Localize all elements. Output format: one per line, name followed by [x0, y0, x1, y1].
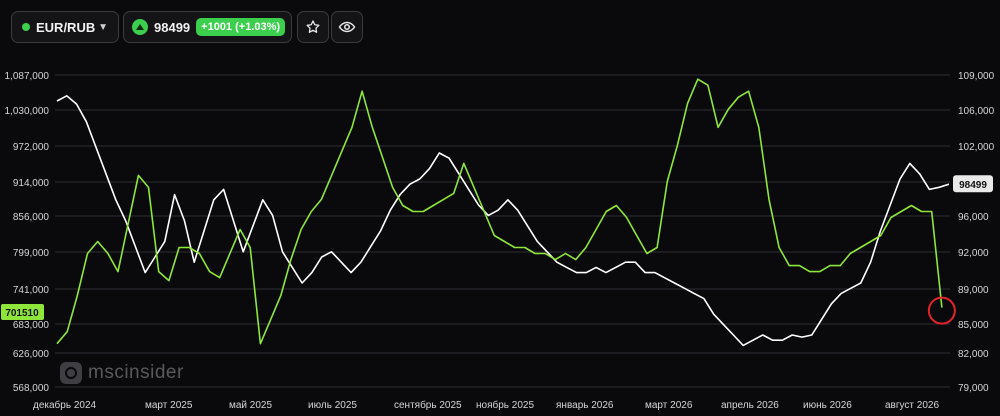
right-tick-label: 79,000: [958, 383, 989, 394]
change-badge: +1001 (+1.03%): [196, 18, 286, 36]
watermark-text: mscinsider: [88, 362, 184, 383]
pair-label: EUR/RUB: [36, 19, 96, 35]
series-line-green: [56, 78, 943, 345]
right-tick-label: 92,000: [958, 248, 989, 259]
chevron-down-icon: ▼: [98, 21, 108, 33]
right-tick-label: 96,000: [958, 212, 989, 223]
right-tick-label: 85,000: [958, 320, 989, 331]
x-tick-label: сентябрь 2025: [394, 399, 462, 411]
right-tick-label: 89,000: [958, 285, 989, 296]
right-tick-label: 82,000: [958, 349, 989, 360]
x-tick-label: апрель 2026: [721, 400, 779, 411]
x-tick-label: август 2026: [885, 400, 939, 411]
x-tick-label: декабрь 2024: [33, 399, 97, 411]
watermark: mscinsider: [60, 362, 184, 384]
toolbar: EUR/RUB ▼ 98499 +1001 (+1.03%): [0, 0, 1000, 56]
left-tick-label: 1,087,000: [5, 71, 50, 82]
left-tick-label: 856,000: [13, 212, 50, 223]
x-tick-label: ноябрь 2025: [476, 399, 534, 411]
arrow-up-icon: [132, 19, 148, 35]
series-line-white: [56, 95, 950, 347]
x-tick-label: июль 2025: [308, 400, 357, 411]
x-tick-label: январь 2026: [556, 400, 614, 411]
eye-icon: [338, 21, 356, 33]
pair-selector[interactable]: EUR/RUB ▼: [11, 11, 119, 43]
price-quote: 98499 +1001 (+1.03%): [123, 11, 292, 43]
visibility-button[interactable]: [331, 11, 363, 43]
favorite-button[interactable]: [297, 11, 329, 43]
right-tick-label: 106,000: [958, 106, 995, 117]
left-tick-label: 914,000: [13, 178, 50, 189]
status-dot-icon: [22, 23, 30, 31]
x-tick-label: март 2025: [145, 400, 193, 411]
left-value-text: 701510: [5, 308, 39, 319]
msc-logo-icon: [60, 362, 82, 384]
right-tick-label: 102,000: [958, 142, 995, 153]
x-tick-label: март 2026: [645, 400, 693, 411]
right-tick-label: 109,000: [958, 71, 995, 82]
left-tick-label: 683,000: [13, 320, 50, 331]
x-tick-label: май 2025: [229, 400, 272, 411]
left-tick-label: 568,000: [13, 383, 50, 394]
left-tick-label: 799,000: [13, 248, 50, 259]
x-tick-label: июнь 2026: [803, 400, 852, 411]
left-tick-label: 741,000: [13, 285, 50, 296]
left-tick-label: 1,030,000: [5, 106, 50, 117]
right-value-text: 98499: [959, 180, 987, 191]
left-tick-label: 972,000: [13, 142, 50, 153]
current-price: 98499: [154, 19, 191, 35]
left-tick-label: 626,000: [13, 349, 50, 360]
star-icon: [306, 20, 320, 33]
